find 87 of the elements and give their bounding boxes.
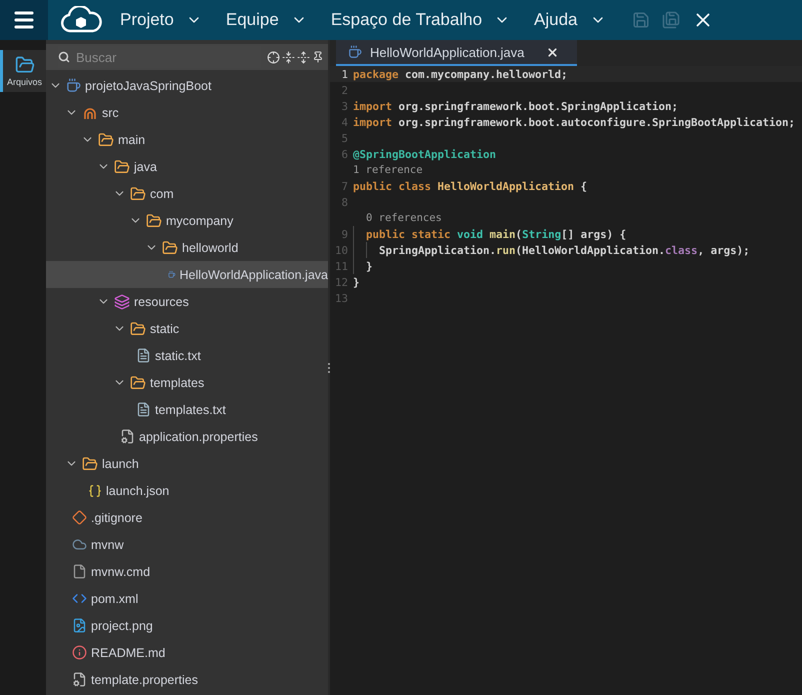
tree-item[interactable]: src: [46, 99, 328, 126]
line-number: 8: [340, 196, 349, 208]
tree-item[interactable]: project.png: [46, 612, 328, 639]
coffee-cup-icon: [348, 45, 362, 59]
code-line: SpringApplication.run(HelloWorldApplication.class, args);: [353, 242, 750, 258]
tree-item[interactable]: helloworld: [46, 234, 328, 261]
code-icon: [72, 591, 87, 606]
floppy-disks-icon: [662, 11, 680, 29]
tree-item[interactable]: main: [46, 126, 328, 153]
line-number: 1: [340, 68, 349, 80]
line-number: 12: [334, 276, 349, 288]
code-line: }: [353, 258, 373, 274]
cloud-cube-logo: [60, 6, 102, 34]
tree-item[interactable]: launch.json: [46, 477, 328, 504]
folder-icon: [130, 374, 146, 390]
tree-item[interactable]: projetoJavaSpringBoot: [46, 72, 328, 99]
line-number: 10: [334, 244, 349, 256]
close-icon[interactable]: [546, 46, 560, 58]
tree-item[interactable]: java: [46, 153, 328, 180]
folder-icon: [162, 240, 178, 256]
menu-item[interactable]: Espaço de Trabalho: [326, 0, 522, 40]
code-line: import org.springframework.boot.autoconfigure.SpringBootApplication;: [353, 114, 796, 130]
file-gear-icon: [72, 672, 87, 687]
tree-item[interactable]: template.properties: [46, 666, 328, 693]
line-number: 11: [334, 260, 349, 272]
text-file-icon: [136, 348, 151, 363]
tree-item[interactable]: com: [46, 180, 328, 207]
menu-button[interactable]: [0, 0, 48, 40]
tree-item[interactable]: resources: [46, 288, 328, 315]
menu-item[interactable]: Ajuda: [530, 0, 618, 40]
line-number: 3: [340, 100, 349, 112]
line-number: 9: [340, 228, 349, 240]
folder-icon: [82, 456, 98, 472]
folder-icon: [14, 55, 34, 75]
code-lens[interactable]: 1 reference: [353, 164, 423, 176]
line-number: 13: [334, 292, 349, 304]
text-file-icon: [136, 402, 151, 417]
tree-item[interactable]: templates.txt: [46, 396, 328, 423]
code-line: @SpringBootApplication: [353, 146, 496, 162]
folder-icon: [98, 132, 114, 148]
drag-handle-icon[interactable]: [328, 362, 330, 372]
menu-item[interactable]: Equipe: [222, 0, 319, 40]
folder-icon: [114, 158, 130, 174]
folder-icon: [130, 320, 146, 336]
tree-item[interactable]: mvnw: [46, 531, 328, 558]
tree-item[interactable]: mvnw.cmd: [46, 558, 328, 585]
tree-item[interactable]: pom.xml: [46, 585, 328, 612]
line-number: 4: [340, 116, 349, 128]
line-number: 6: [340, 148, 349, 160]
cloud-icon: [72, 537, 87, 552]
code-line: import org.springframework.boot.SpringApplication;: [353, 98, 678, 114]
line-number: 7: [340, 180, 349, 192]
folder-icon: [146, 212, 162, 228]
line-number: 2: [340, 84, 349, 96]
info-icon: [72, 645, 87, 660]
code-line: public class HelloWorldApplication {: [353, 178, 588, 194]
coffee-cup-icon: [66, 78, 81, 93]
file-icon: [72, 564, 87, 579]
image-file-icon: [72, 618, 87, 633]
tree-item[interactable]: HelloWorldApplication.java: [46, 261, 328, 288]
tree-item[interactable]: templates: [46, 369, 328, 396]
diamond-icon: [72, 510, 87, 525]
tree-item[interactable]: static: [46, 315, 328, 342]
menu-item[interactable]: Projeto: [116, 0, 214, 40]
tree-item[interactable]: .gitignore: [46, 504, 328, 531]
code-lens[interactable]: 0 references: [366, 212, 442, 224]
tree-item[interactable]: mycompany: [46, 207, 328, 234]
code-line: public static void main(String[] args) {: [353, 226, 626, 242]
pin-icon[interactable]: [312, 50, 324, 62]
tree-item[interactable]: application.properties: [46, 423, 328, 450]
code-line: }: [353, 274, 360, 290]
code-line: package com.mycompany.helloworld;: [353, 66, 568, 82]
search-input[interactable]: Buscar: [76, 50, 261, 64]
folder-icon: [130, 186, 146, 202]
file-gear-icon: [120, 429, 135, 444]
activity-item[interactable]: Arquivos: [0, 50, 46, 92]
tree-item[interactable]: README.md: [46, 639, 328, 666]
locate-icon[interactable]: [267, 50, 280, 64]
collapse-icon[interactable]: [282, 50, 295, 64]
layers-icon: [114, 294, 130, 310]
tree-item[interactable]: static.txt: [46, 342, 328, 369]
tree-item[interactable]: launch: [46, 450, 328, 477]
editor-tab[interactable]: HelloWorldApplication.java: [336, 40, 578, 66]
braces-icon: [88, 484, 102, 498]
line-number: 5: [340, 132, 349, 144]
search-icon: [58, 51, 70, 63]
expand-icon[interactable]: [297, 50, 310, 64]
